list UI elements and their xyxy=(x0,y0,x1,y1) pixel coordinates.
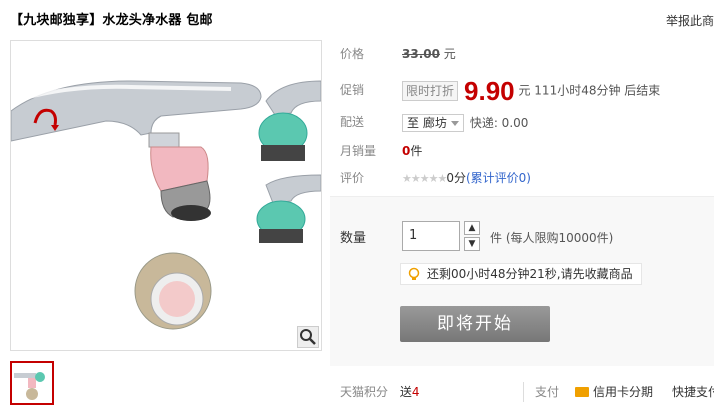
product-title: 【九块邮独享】水龙头净水器 包邮 xyxy=(10,13,213,28)
price-row: 价格 33.00 元 xyxy=(340,44,456,64)
promo-tag: 限时打折 xyxy=(402,80,459,101)
price-unit: 元 xyxy=(443,47,456,61)
sales-row: 月销量 0件 xyxy=(340,141,422,161)
points-label: 天猫积分 xyxy=(340,385,389,399)
points-value: 4 xyxy=(411,385,420,399)
zoom-button[interactable] xyxy=(297,326,319,348)
price-label: 价格 xyxy=(340,47,365,61)
promo-row: 促销 限时打折 9.90 元 111小时48分钟 后结束 xyxy=(340,78,661,104)
quantity-label: 数量 xyxy=(340,231,367,246)
main-product-image[interactable] xyxy=(10,40,322,351)
sales-unit: 件 xyxy=(410,144,423,158)
coming-soon-button[interactable]: 即将开始 xyxy=(400,306,550,342)
thumbnail-image xyxy=(14,372,45,400)
thumbnail-1[interactable] xyxy=(10,361,54,405)
quantity-limit-note: 件 (每人限购10000件) xyxy=(490,231,614,245)
quantity-input[interactable]: 1 xyxy=(402,221,460,251)
promo-price: 9.90 xyxy=(464,75,515,106)
credit-card-icon xyxy=(575,386,589,397)
footer-row: 天猫积分 送4 支付 信用卡分期 快捷支付 xyxy=(340,382,714,402)
footer-divider xyxy=(523,382,524,402)
pay-label: 支付 xyxy=(535,385,560,399)
rating-score: 0分 xyxy=(446,171,466,185)
promo-label: 促销 xyxy=(340,83,365,97)
report-link[interactable]: 举报此商 xyxy=(666,12,714,29)
original-price: 33.00 xyxy=(402,47,440,61)
points-info: 送4 xyxy=(400,385,420,399)
countdown-tip-text: 还剩00小时48分钟21秒,请先收藏商品 xyxy=(427,267,633,281)
chevron-down-icon xyxy=(450,120,459,126)
promo-countdown: 111小时48分钟 后结束 xyxy=(534,83,661,98)
buy-box: 数量 1 ▲ ▼ 件 (每人限购10000件) 还剩00小时48分钟21秒,请先… xyxy=(330,196,714,366)
shipping-label: 配送 xyxy=(340,115,365,129)
shipping-info: 快递: 0.00 xyxy=(469,115,529,130)
countdown-tip: 还剩00小时48分钟21秒,请先收藏商品 xyxy=(400,263,642,285)
rating-label: 评价 xyxy=(340,171,365,185)
credit-installment-label: 信用卡分期 xyxy=(593,385,654,399)
lightbulb-icon xyxy=(408,267,420,280)
chevron-down-icon: ▼ xyxy=(468,239,476,249)
promo-unit: 元 xyxy=(518,83,531,98)
credit-installment-link[interactable]: 信用卡分期 xyxy=(575,382,653,402)
quantity-decrease-button[interactable]: ▼ xyxy=(464,237,480,251)
magnifier-icon xyxy=(300,329,316,345)
shipping-row: 配送 至 廊坊 快递: 0.00 xyxy=(340,112,528,132)
rating-count-link[interactable]: (累计评价0) xyxy=(466,171,531,185)
rating-row: 评价 ★★★★★0分(累计评价0) xyxy=(340,168,531,188)
shipping-destination-select[interactable]: 至 廊坊 xyxy=(402,113,464,132)
chevron-up-icon: ▲ xyxy=(468,223,476,233)
quick-pay-link[interactable]: 快捷支付 xyxy=(672,382,714,402)
quantity-increase-button[interactable]: ▲ xyxy=(464,221,480,235)
rating-stars-icon: ★★★★★ xyxy=(402,172,447,185)
points-prefix: 送 xyxy=(399,385,412,399)
shipping-destination: 至 廊坊 xyxy=(407,115,447,130)
faucet-filter-illustration xyxy=(11,80,321,330)
sales-label: 月销量 xyxy=(340,144,377,158)
